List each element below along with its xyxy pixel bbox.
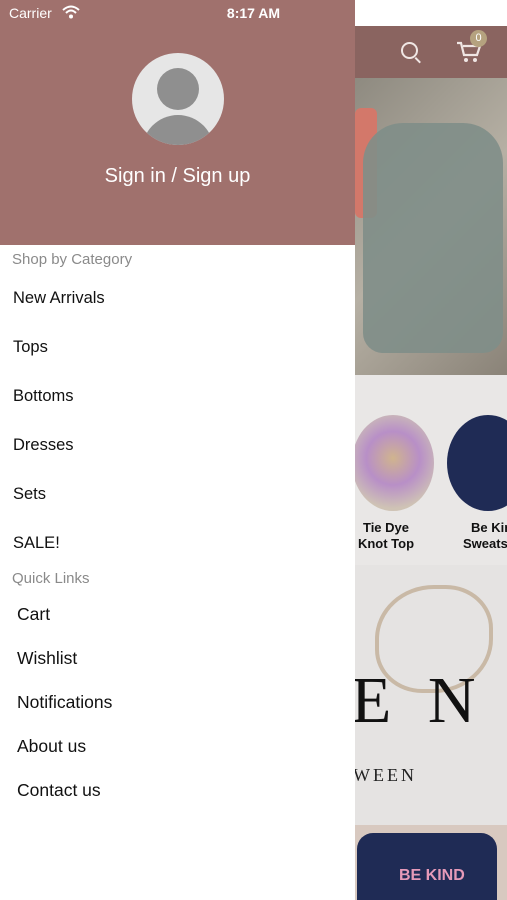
quick-link-cart[interactable]: Cart	[17, 604, 50, 625]
cart-count-badge: 0	[470, 30, 487, 47]
drawer-header: Sign in / Sign up	[0, 0, 355, 245]
category-item-new-arrivals[interactable]: New Arrivals	[13, 289, 105, 308]
search-icon[interactable]	[401, 42, 418, 59]
brand-logo-letters: E N	[355, 664, 486, 737]
user-avatar-icon[interactable]	[132, 53, 224, 145]
section-title-quick-links: Quick Links	[12, 570, 90, 587]
quick-link-notifications[interactable]: Notifications	[17, 692, 112, 713]
clock: 8:17 AM	[226, 5, 281, 21]
category-item-sets[interactable]: Sets	[13, 485, 46, 504]
brand-banner[interactable]: E N WEEN	[355, 565, 507, 825]
product-name-line: Be Kin	[471, 520, 507, 535]
hero-romper-image	[363, 123, 503, 353]
home-screen-background: 0 Tie Dye Knot Top Be Kin Sweats E N WEE…	[355, 0, 507, 900]
quick-link-about-us[interactable]: About us	[17, 736, 86, 757]
sign-in-link[interactable]: Sign in / Sign up	[0, 165, 355, 188]
category-item-bottoms[interactable]: Bottoms	[13, 387, 74, 406]
category-item-tops[interactable]: Tops	[13, 338, 48, 357]
hero-banner-image[interactable]	[355, 78, 507, 375]
category-item-sale[interactable]: SALE!	[13, 534, 60, 553]
product-image-sweatshirt[interactable]: BE KIND	[355, 825, 507, 900]
avatar-body	[142, 115, 214, 145]
product-thumbnail-tie-dye[interactable]	[355, 415, 434, 511]
section-title-shop-by-category: Shop by Category	[12, 251, 133, 268]
quick-link-wishlist[interactable]: Wishlist	[17, 648, 77, 669]
product-label[interactable]: Tie Dye Knot Top	[355, 520, 417, 552]
sweatshirt-print: BE KIND	[399, 867, 465, 884]
side-drawer: Sign in / Sign up Shop by Category New A…	[0, 0, 355, 900]
quick-link-contact-us[interactable]: Contact us	[17, 780, 101, 801]
product-name-line: Sweats	[463, 536, 507, 551]
status-bar: Carrier 8:17 AM	[0, 0, 507, 26]
brand-logo-subtitle: WEEN	[355, 765, 417, 785]
product-name-line: Tie Dye	[362, 520, 409, 535]
product-label[interactable]: Be Kin Sweats	[457, 520, 507, 552]
battery-icon	[472, 7, 501, 20]
category-item-dresses[interactable]: Dresses	[13, 436, 74, 455]
product-name-line: Knot Top	[357, 536, 415, 551]
avatar-head	[157, 68, 199, 110]
